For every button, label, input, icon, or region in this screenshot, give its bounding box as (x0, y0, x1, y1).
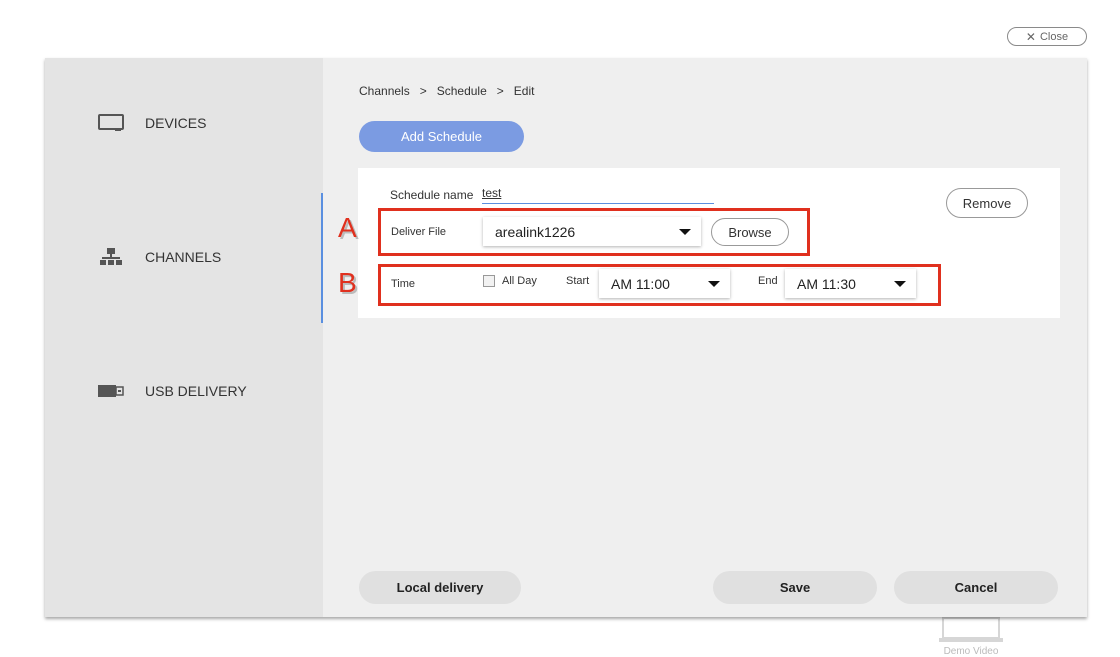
monitor-icon (97, 114, 125, 132)
schedule-name-label: Schedule name (390, 188, 474, 202)
network-icon (97, 247, 125, 267)
remove-button[interactable]: Remove (946, 188, 1028, 218)
main-content: Channels > Schedule > Edit Add Schedule … (323, 58, 1087, 617)
local-delivery-button[interactable]: Local delivery (359, 571, 521, 604)
background-demo-video: Demo Video (935, 617, 1007, 657)
browse-button[interactable]: Browse (711, 218, 789, 246)
breadcrumb-separator: > (496, 84, 504, 98)
all-day-checkbox[interactable] (483, 275, 495, 287)
marker-b: B (338, 267, 357, 298)
sidebar-item-devices[interactable]: DEVICES (97, 114, 206, 132)
add-schedule-button[interactable]: Add Schedule (359, 121, 524, 152)
usb-drive-icon (97, 384, 125, 398)
caret-down-icon (679, 228, 691, 235)
breadcrumb-edit: Edit (513, 84, 535, 98)
breadcrumb: Channels > Schedule > Edit (359, 84, 534, 98)
all-day-label: All Day (502, 275, 537, 287)
dialog-panel: DEVICES CHANNELS USB DELIVERY Channels >… (45, 58, 1087, 617)
caret-down-icon (708, 280, 720, 287)
start-time-select[interactable]: AM 11:00 (599, 269, 730, 298)
time-row: Time All Day Start AM 11:00 End AM 11:30 (378, 264, 941, 306)
sidebar-item-label: DEVICES (145, 115, 207, 131)
end-label: End (758, 275, 778, 287)
deliver-file-label: Deliver File (391, 226, 447, 238)
caret-down-icon (894, 280, 906, 287)
close-icon: ✕ (1025, 29, 1036, 44)
sidebar-item-channels[interactable]: CHANNELS (97, 247, 221, 267)
sidebar-item-label: USB DELIVERY (145, 383, 247, 399)
time-label: Time (391, 278, 416, 290)
breadcrumb-separator: > (419, 84, 427, 98)
breadcrumb-schedule[interactable]: Schedule (437, 84, 487, 98)
sidebar: DEVICES CHANNELS USB DELIVERY (45, 58, 323, 617)
start-time-value: AM 11:00 (611, 275, 670, 292)
cancel-button[interactable]: Cancel (894, 571, 1058, 604)
demo-video-label: Demo Video (943, 646, 999, 657)
save-button[interactable]: Save (713, 571, 877, 604)
schedule-card: Schedule name test Remove A Deliver File… (338, 168, 1060, 318)
background-monitor-icon (939, 617, 1003, 642)
close-label: Close (1039, 30, 1069, 43)
marker-a: A (338, 212, 357, 243)
start-label: Start (566, 275, 590, 287)
deliver-file-value: arealink1226 (495, 223, 576, 240)
deliver-file-row: Deliver File arealink1226 Browse (378, 208, 810, 256)
sidebar-item-usb-delivery[interactable]: USB DELIVERY (97, 383, 247, 399)
end-time-select[interactable]: AM 11:30 (785, 269, 916, 298)
end-time-value: AM 11:30 (797, 275, 856, 292)
close-button[interactable]: ✕ Close (1007, 27, 1087, 46)
breadcrumb-channels[interactable]: Channels (359, 84, 410, 98)
deliver-file-select[interactable]: arealink1226 (483, 217, 701, 246)
schedule-name-input[interactable]: test (482, 186, 714, 204)
sidebar-item-label: CHANNELS (145, 249, 222, 265)
